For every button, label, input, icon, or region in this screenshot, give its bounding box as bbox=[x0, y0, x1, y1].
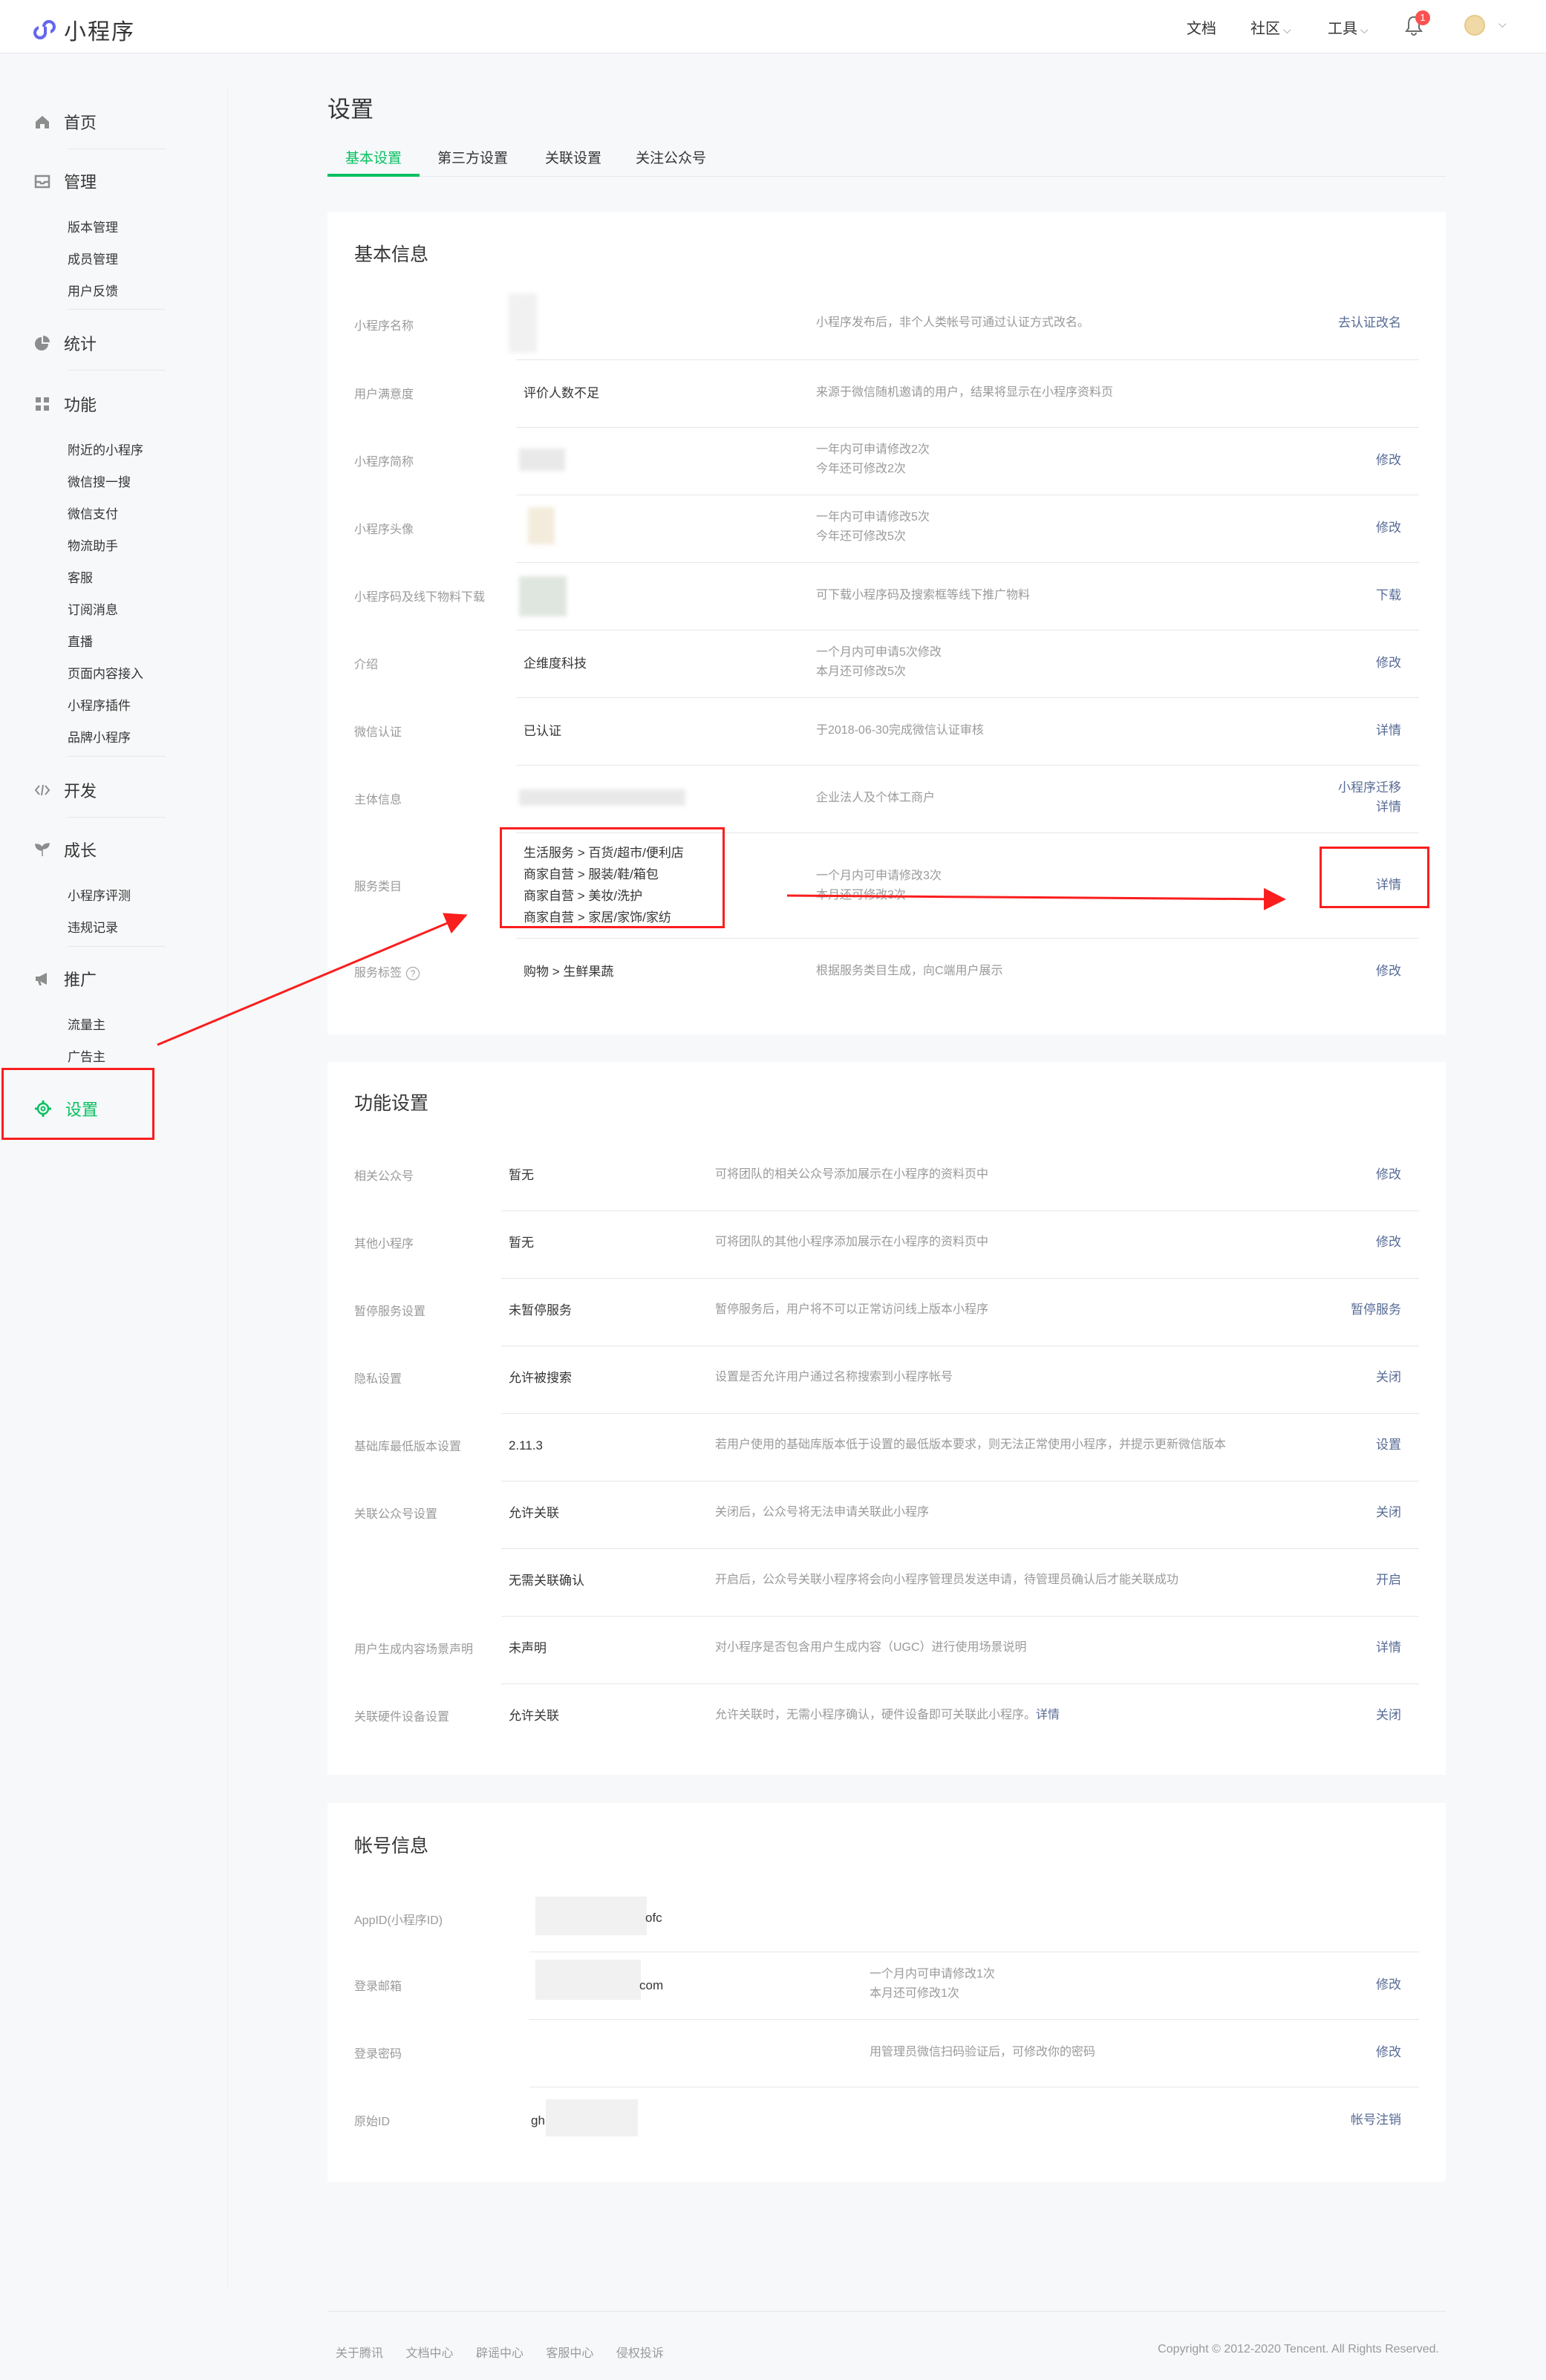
row-appid: AppID(小程序ID) ofc bbox=[354, 1885, 1419, 1952]
footer-link-infringement[interactable]: 侵权投诉 bbox=[616, 2347, 664, 2360]
row-related-official: 相关公众号 暂无 可将团队的相关公众号添加展示在小程序的资料页中 修改 bbox=[354, 1144, 1419, 1211]
row-other-mini-programs: 其他小程序 暂无 可将团队的其他小程序添加展示在小程序的资料页中 修改 bbox=[354, 1211, 1419, 1279]
pause-service-link[interactable]: 暂停服务 bbox=[1351, 1300, 1401, 1320]
enable-link[interactable]: 开启 bbox=[1376, 1570, 1401, 1591]
footer-link-support[interactable]: 客服中心 bbox=[546, 2347, 593, 2360]
account-info-card: 帐号信息 AppID(小程序ID) ofc 登录邮箱 com 一个月内可申请修改… bbox=[327, 1803, 1446, 2182]
edit-link[interactable]: 修改 bbox=[1376, 1232, 1401, 1253]
feature-settings-card: 功能设置 相关公众号 暂无 可将团队的相关公众号添加展示在小程序的资料页中 修改… bbox=[327, 1062, 1446, 1775]
row-privacy: 隐私设置 允许被搜索 设置是否允许用户通过名称搜索到小程序帐号 关闭 bbox=[354, 1346, 1419, 1414]
edit-link[interactable]: 修改 bbox=[1376, 2042, 1401, 2063]
set-link[interactable]: 设置 bbox=[1376, 1435, 1401, 1455]
account-cancel-link[interactable]: 帐号注销 bbox=[1351, 2110, 1401, 2130]
detail-link[interactable]: 详情 bbox=[1376, 1637, 1401, 1658]
row-pause-service: 暂停服务设置 未暂停服务 暂停服务后，用户将不可以正常访问线上版本小程序 暂停服… bbox=[354, 1279, 1419, 1346]
arrow-to-detail bbox=[786, 887, 1286, 910]
footer-link-about[interactable]: 关于腾讯 bbox=[336, 2347, 383, 2360]
redacted-value bbox=[535, 1960, 641, 2000]
footer-links: 关于腾讯 文档中心 辟谣中心 客服中心 侵权投诉 bbox=[336, 2343, 683, 2361]
footer-link-rumor[interactable]: 辟谣中心 bbox=[476, 2347, 524, 2360]
row-min-lib-version: 基础库最低版本设置 2.11.3 若用户使用的基础库版本低于设置的最低版本要求，… bbox=[354, 1414, 1419, 1481]
footer-link-docs[interactable]: 文档中心 bbox=[405, 2347, 453, 2360]
row-hardware-assoc: 关联硬件设备设置 允许关联 允许关联时，无需小程序确认，硬件设备即可关联此小程序… bbox=[354, 1684, 1419, 1752]
row-login-password: 登录密码 用管理员微信扫码验证后，可修改你的密码 修改 bbox=[354, 2020, 1419, 2087]
redacted-value bbox=[546, 2099, 638, 2136]
row-no-assoc-confirm: 无需关联确认 开启后，公众号关联小程序将会向小程序管理员发送申请，待管理员确认后… bbox=[354, 1549, 1419, 1617]
redacted-value bbox=[535, 1897, 647, 1935]
close-link[interactable]: 关闭 bbox=[1376, 1502, 1401, 1523]
edit-link[interactable]: 修改 bbox=[1376, 1164, 1401, 1185]
section-title: 功能设置 bbox=[354, 1093, 429, 1114]
edit-link[interactable]: 修改 bbox=[1376, 1975, 1401, 1995]
arrow-to-category bbox=[157, 913, 468, 1046]
detail-inline-link[interactable]: 详情 bbox=[1036, 1709, 1060, 1721]
row-original-id: 原始ID gh 帐号注销 bbox=[354, 2087, 1419, 2155]
row-login-email: 登录邮箱 com 一个月内可申请修改1次 本月还可修改1次 修改 bbox=[354, 1952, 1419, 2020]
close-link[interactable]: 关闭 bbox=[1376, 1705, 1401, 1726]
copyright: Copyright © 2012-2020 Tencent. All Right… bbox=[1158, 2343, 1439, 2355]
row-ugc-statement: 用户生成内容场景声明 未声明 对小程序是否包含用户生成内容（UGC）进行使用场景… bbox=[354, 1617, 1419, 1684]
footer-divider bbox=[327, 2311, 1446, 2312]
close-link[interactable]: 关闭 bbox=[1376, 1367, 1401, 1388]
section-title: 帐号信息 bbox=[354, 1836, 429, 1856]
row-assoc-official: 关联公众号设置 允许关联 关闭后，公众号将无法申请关联此小程序 关闭 bbox=[354, 1481, 1419, 1549]
